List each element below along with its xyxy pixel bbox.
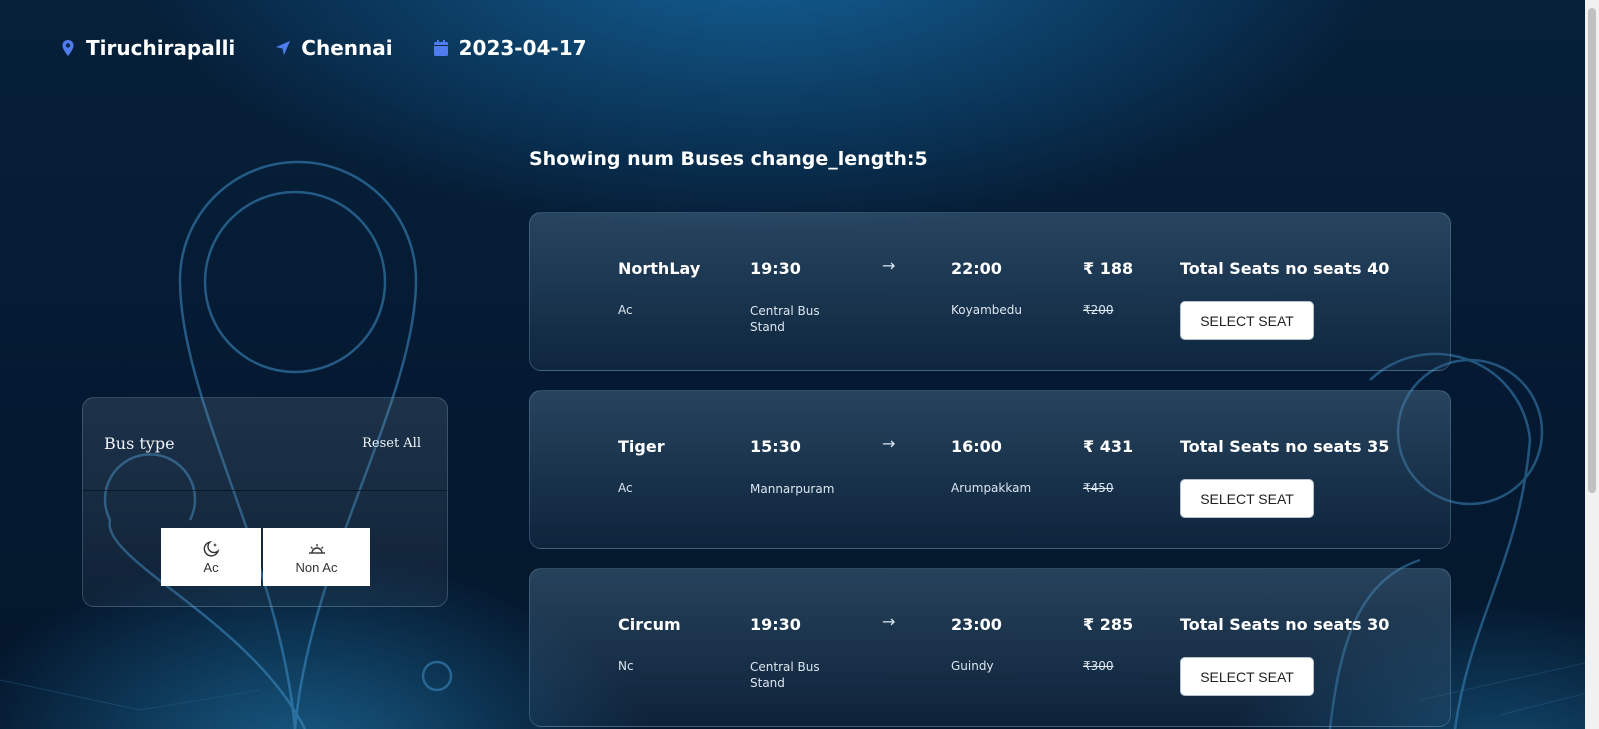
departure-location: Central Bus Stand: [750, 304, 820, 334]
scrollbar-thumb[interactable]: [1588, 8, 1596, 493]
total-seats: Total Seats no seats 40: [1180, 259, 1390, 278]
departure-time: 19:30: [750, 259, 801, 278]
sun-icon: [308, 543, 325, 554]
bus-name: Tiger: [618, 437, 665, 456]
bus-type-options: Ac Non Ac: [161, 528, 370, 586]
navigation-arrow-icon: [276, 40, 291, 56]
arrival-time: 16:00: [951, 437, 1002, 456]
departure-location: Central Bus Stand: [750, 660, 820, 690]
select-seat-button[interactable]: SELECT SEAT: [1180, 301, 1314, 340]
price: ₹ 285: [1083, 615, 1134, 634]
ac-filter-label: Ac: [203, 559, 219, 575]
calendar-icon: [433, 40, 448, 56]
departure-location: Mannarpuram: [750, 482, 835, 496]
original-price: ₹450: [1083, 481, 1114, 495]
bus-type: Ac: [618, 481, 633, 495]
bus-name: Circum: [618, 615, 681, 634]
price: ₹ 188: [1083, 259, 1134, 278]
destination-city: Chennai: [301, 36, 393, 60]
bus-card: Tiger Ac 15:30 Mannarpuram → 16:00 Arump…: [529, 390, 1451, 549]
arrival-location: Koyambedu: [951, 303, 1022, 317]
reset-all-button[interactable]: Reset All: [362, 436, 421, 451]
departure-time: 15:30: [750, 437, 801, 456]
results-count: Showing num Buses change_length:5: [529, 148, 928, 170]
original-price: ₹200: [1083, 303, 1114, 317]
moon-stars-icon: [203, 540, 220, 557]
non-ac-filter-label: Non Ac: [295, 559, 338, 575]
bus-card: NorthLay Ac 19:30 Central Bus Stand → 22…: [529, 212, 1451, 371]
total-seats: Total Seats no seats 35: [1180, 437, 1390, 456]
route-arrow-icon: →: [882, 256, 896, 275]
origin-city: Tiruchirapalli: [86, 36, 236, 60]
arrival-location: Guindy: [951, 659, 994, 673]
destination: Chennai: [275, 36, 393, 60]
filter-title: Bus type: [104, 434, 175, 453]
route-arrow-icon: →: [882, 612, 896, 631]
bus-type: Ac: [618, 303, 633, 317]
map-pin-icon: [62, 40, 74, 56]
bus-type-filter-panel: Bus type Reset All Ac Non Ac: [82, 397, 448, 607]
page-scrollbar[interactable]: [1585, 0, 1599, 729]
departure-time: 19:30: [750, 615, 801, 634]
trip-summary-header: Tiruchirapalli Chennai 2023-04-17: [60, 36, 587, 60]
route-arrow-icon: →: [882, 434, 896, 453]
select-seat-button[interactable]: SELECT SEAT: [1180, 657, 1314, 696]
filter-divider: [83, 490, 447, 491]
ac-filter-button[interactable]: Ac: [161, 528, 261, 586]
bus-card: Circum Nc 19:30 Central Bus Stand → 23:0…: [529, 568, 1451, 727]
bus-name: NorthLay: [618, 259, 701, 278]
origin: Tiruchirapalli: [60, 36, 235, 60]
arrival-location: Arumpakkam: [951, 481, 1032, 495]
bus-type: Nc: [618, 659, 634, 673]
arrival-time: 23:00: [951, 615, 1002, 634]
total-seats: Total Seats no seats 30: [1180, 615, 1390, 634]
original-price: ₹300: [1083, 659, 1114, 673]
non-ac-filter-button[interactable]: Non Ac: [263, 528, 370, 586]
arrival-time: 22:00: [951, 259, 1002, 278]
select-seat-button[interactable]: SELECT SEAT: [1180, 479, 1314, 518]
travel-date: 2023-04-17: [433, 36, 587, 60]
price: ₹ 431: [1083, 437, 1134, 456]
travel-date-value: 2023-04-17: [458, 36, 587, 60]
